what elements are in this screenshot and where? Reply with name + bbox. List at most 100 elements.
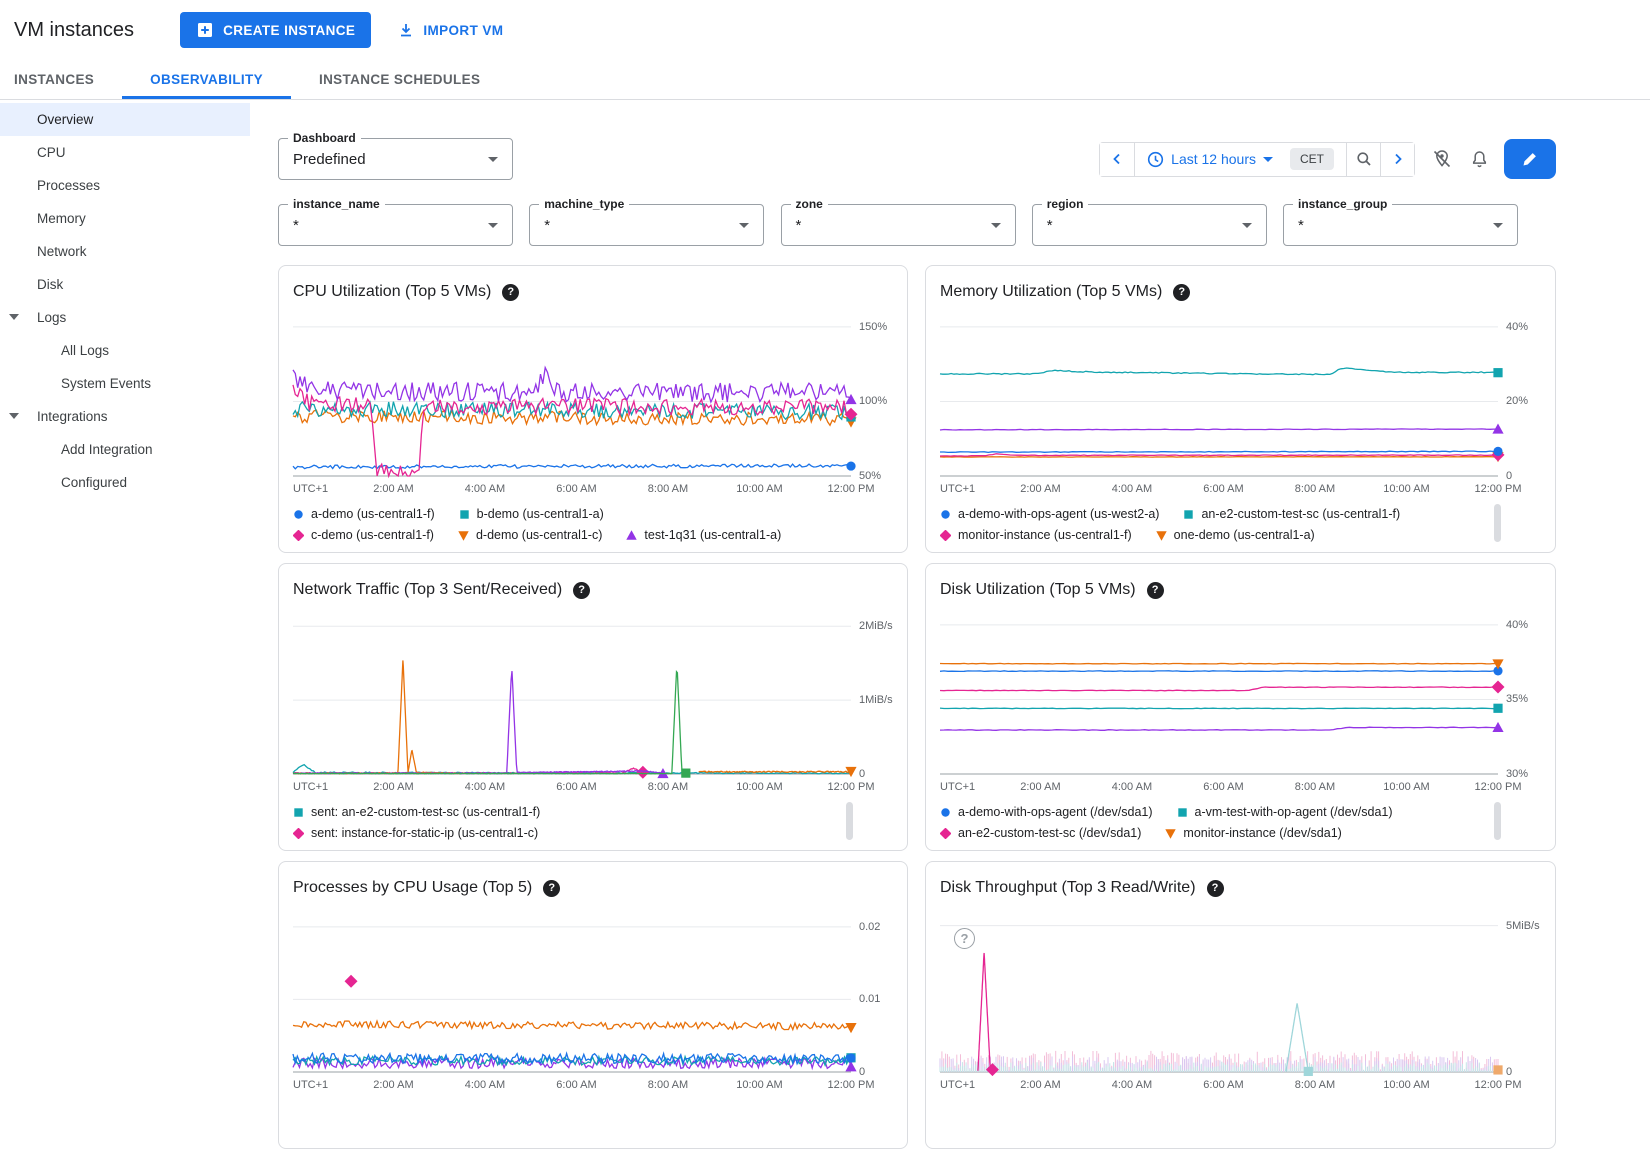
create-instance-button[interactable]: CREATE INSTANCE: [180, 12, 371, 48]
filter-machine-type[interactable]: machine_type*: [529, 204, 764, 246]
legend-marker-triangle-down-icon: [1156, 530, 1167, 541]
time-controls: Last 12 hours CET: [1099, 139, 1556, 179]
y-axis-labels: 150%100%50%: [851, 312, 895, 476]
chevron-down-icon: [739, 223, 749, 228]
alerts-button[interactable]: [1469, 149, 1490, 170]
legend-label: a-demo (us-central1-f): [311, 507, 435, 521]
sidebar-item-disk[interactable]: Disk: [0, 268, 250, 301]
legend-item[interactable]: a-demo-with-ops-agent (/dev/sda1): [940, 805, 1153, 819]
x-axis-label: 12:00 PM: [827, 1079, 874, 1091]
legend-item[interactable]: sent: an-e2-custom-test-sc (us-central1-…: [293, 805, 540, 819]
help-icon[interactable]: ?: [1207, 880, 1224, 897]
filter-instance-group-label: instance_group: [1293, 197, 1392, 211]
chevron-down-icon: [1242, 223, 1252, 228]
expand-arrow-icon[interactable]: [9, 314, 19, 320]
time-forward-button[interactable]: [1380, 143, 1414, 176]
legend-scrollbar[interactable]: [1494, 802, 1501, 840]
legend-row: a-demo-with-ops-agent (us-west2-a) an-e2-…: [940, 507, 1541, 521]
x-axis-label: 2:00 AM: [1020, 483, 1060, 495]
chart-plot-row: 5MiB/s0: [940, 908, 1541, 1072]
help-outline-icon[interactable]: ?: [954, 928, 975, 949]
filter-region[interactable]: region*: [1032, 204, 1267, 246]
y-axis-label: 5MiB/s: [1506, 920, 1540, 932]
legend-item[interactable]: a-vm-test-with-op-agent (/dev/sda1): [1177, 805, 1393, 819]
legend-item[interactable]: b-demo (us-central1-a): [459, 507, 604, 521]
x-axis-label: 2:00 AM: [1020, 1079, 1060, 1091]
help-icon[interactable]: ?: [1147, 582, 1164, 599]
legend-item[interactable]: test-1q31 (us-central1-a): [626, 528, 781, 542]
filter-region-value: *: [1047, 217, 1242, 234]
x-axis-label: 2:00 AM: [373, 483, 413, 495]
legend-item[interactable]: sent: instance-for-static-ip (us-central…: [293, 826, 538, 840]
y-axis-label: 1MiB/s: [859, 694, 893, 706]
chart-title: Network Traffic (Top 3 Sent/Received): [293, 581, 562, 599]
time-back-button[interactable]: [1100, 143, 1134, 176]
expand-arrow-icon[interactable]: [9, 413, 19, 419]
help-icon[interactable]: ?: [573, 582, 590, 599]
sidebar-item-system-events[interactable]: System Events: [0, 367, 250, 400]
sidebar-item-cpu[interactable]: CPU: [0, 136, 250, 169]
chart-plot: [940, 312, 1498, 476]
page-title: VM instances: [14, 19, 134, 42]
filter-instance-group[interactable]: instance_group*: [1283, 204, 1518, 246]
y-axis-label: 150%: [859, 321, 887, 333]
filter-zone[interactable]: zone*: [781, 204, 1016, 246]
timezone-chip[interactable]: CET: [1290, 148, 1334, 170]
edit-dashboard-button[interactable]: [1504, 139, 1556, 179]
x-axis-label: 2:00 AM: [373, 781, 413, 793]
legend-item[interactable]: a-demo (us-central1-f): [293, 507, 435, 521]
legend-item[interactable]: monitor-instance (us-central1-f): [940, 528, 1132, 542]
y-axis-label: 40%: [1506, 619, 1528, 631]
sidebar-item-all-logs[interactable]: All Logs: [0, 334, 250, 367]
sidebar-item-integrations[interactable]: Integrations: [0, 400, 250, 433]
legend-item[interactable]: c-demo (us-central1-f): [293, 528, 434, 542]
filter-machine-type-label: machine_type: [539, 197, 629, 211]
legend-label: monitor-instance (us-central1-f): [958, 528, 1132, 542]
time-range-selector[interactable]: Last 12 hours CET: [1134, 143, 1346, 176]
dashboard-select[interactable]: DashboardPredefined: [278, 138, 513, 180]
sidebar-item-memory[interactable]: Memory: [0, 202, 250, 235]
sidebar-item-logs[interactable]: Logs: [0, 301, 250, 334]
zoom-button[interactable]: [1346, 143, 1380, 176]
x-axis-label: 8:00 AM: [1295, 483, 1335, 495]
legend-item[interactable]: an-e2-custom-test-sc (us-central1-f): [1183, 507, 1400, 521]
location-off-button[interactable]: [1431, 148, 1453, 170]
x-axis-label: UTC+1: [293, 781, 328, 793]
chart-card-disk-tp: Disk Throughput (Top 3 Read/Write)?5MiB/…: [925, 861, 1556, 1149]
filters-row: instance_name* machine_type* zone* region* i…: [278, 204, 1518, 246]
legend-item[interactable]: one-demo (us-central1-a): [1156, 528, 1315, 542]
filter-instance-name[interactable]: instance_name*: [278, 204, 513, 246]
x-axis-label: 10:00 AM: [1383, 781, 1429, 793]
sidebar-item-add-integration[interactable]: Add Integration: [0, 433, 250, 466]
tab-instances[interactable]: INSTANCES: [14, 60, 122, 99]
legend-label: an-e2-custom-test-sc (us-central1-f): [1201, 507, 1400, 521]
dashboard-select-slot: DashboardPredefined: [278, 138, 513, 180]
legend-scrollbar[interactable]: [1494, 504, 1501, 542]
tab-instance-schedules[interactable]: INSTANCE SCHEDULES: [291, 60, 508, 99]
x-axis-label: 4:00 AM: [1112, 1079, 1152, 1091]
sidebar-item-label: Network: [37, 244, 87, 259]
legend-item[interactable]: d-demo (us-central1-c): [458, 528, 602, 542]
x-axis-label: 4:00 AM: [465, 483, 505, 495]
x-axis-label: 4:00 AM: [465, 781, 505, 793]
help-icon[interactable]: ?: [543, 880, 560, 897]
x-axis-label: 2:00 AM: [1020, 781, 1060, 793]
legend-item[interactable]: an-e2-custom-test-sc (/dev/sda1): [940, 826, 1141, 840]
help-icon[interactable]: ?: [1173, 284, 1190, 301]
sidebar-item-processes[interactable]: Processes: [0, 169, 250, 202]
charts-grid: CPU Utilization (Top 5 VMs)?150%100%50%U…: [278, 265, 1556, 1149]
chart-card-cpu: CPU Utilization (Top 5 VMs)?150%100%50%U…: [278, 265, 908, 553]
tab-observability[interactable]: OBSERVABILITY: [122, 60, 291, 99]
sidebar-item-overview[interactable]: Overview: [0, 103, 250, 136]
sidebar-item-configured[interactable]: Configured: [0, 466, 250, 499]
legend-scrollbar[interactable]: [846, 802, 853, 840]
legend-item[interactable]: a-demo-with-ops-agent (us-west2-a): [940, 507, 1159, 521]
x-axis-label: 6:00 AM: [1203, 781, 1243, 793]
legend-item[interactable]: monitor-instance (/dev/sda1): [1165, 826, 1341, 840]
import-vm-button[interactable]: IMPORT VM: [397, 21, 503, 39]
page-header: VM instances CREATE INSTANCE IMPORT VM: [0, 0, 1650, 60]
tab-bar: INSTANCESOBSERVABILITYINSTANCE SCHEDULES: [0, 60, 1650, 100]
filter-zone-value: *: [796, 217, 991, 234]
sidebar-item-network[interactable]: Network: [0, 235, 250, 268]
help-icon[interactable]: ?: [502, 284, 519, 301]
